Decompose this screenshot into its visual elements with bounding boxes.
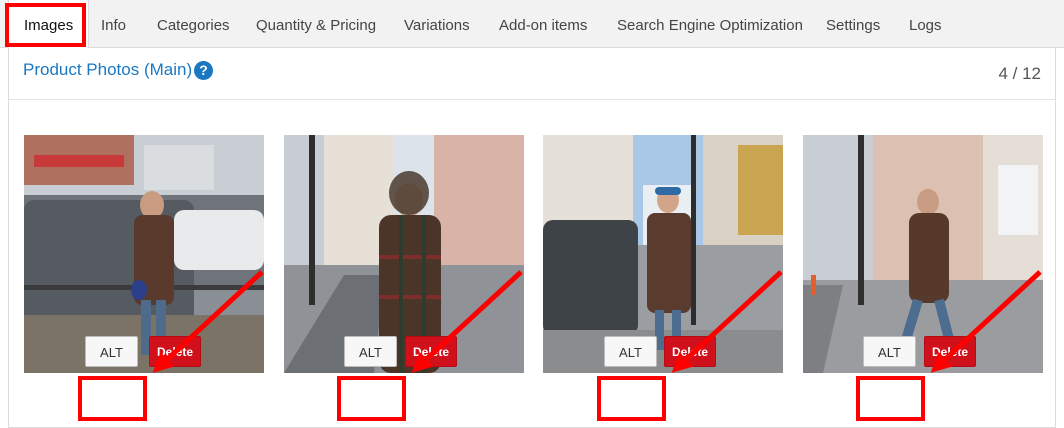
photo-count: 4 / 12 [998, 64, 1041, 83]
product-photo-3[interactable] [543, 135, 783, 373]
tab-info[interactable]: Info [101, 0, 126, 48]
panel-title: Product Photos (Main) [23, 60, 193, 79]
tab-add-on-items[interactable]: Add-on items [499, 0, 587, 48]
alt-button-2[interactable]: ALT [344, 336, 397, 367]
product-photo-2[interactable] [284, 135, 524, 373]
alt-button-3[interactable]: ALT [604, 336, 657, 367]
tab-variations[interactable]: Variations [404, 0, 470, 48]
product-photos-panel: Product Photos (Main) ? 4 / 12 [8, 48, 1056, 428]
product-photo-1[interactable] [24, 135, 264, 373]
tab-bar: Images Info Categories Quantity & Pricin… [0, 0, 1064, 49]
tab-seo[interactable]: Search Engine Optimization [617, 0, 803, 48]
tab-quantity-pricing[interactable]: Quantity & Pricing [256, 0, 376, 48]
panel-header: Product Photos (Main) ? 4 / 12 [9, 48, 1055, 100]
question-circle-icon[interactable]: ? [194, 61, 213, 80]
tab-images[interactable]: Images [8, 0, 90, 49]
tab-categories[interactable]: Categories [157, 0, 230, 48]
tab-settings[interactable]: Settings [826, 0, 880, 48]
tab-logs[interactable]: Logs [909, 0, 942, 48]
delete-button-3[interactable]: Delete [664, 336, 716, 367]
delete-button-1[interactable]: Delete [149, 336, 201, 367]
alt-button-1[interactable]: ALT [85, 336, 138, 367]
product-photo-4[interactable] [803, 135, 1043, 373]
delete-button-4[interactable]: Delete [924, 336, 976, 367]
alt-button-4[interactable]: ALT [863, 336, 916, 367]
delete-button-2[interactable]: Delete [405, 336, 457, 367]
